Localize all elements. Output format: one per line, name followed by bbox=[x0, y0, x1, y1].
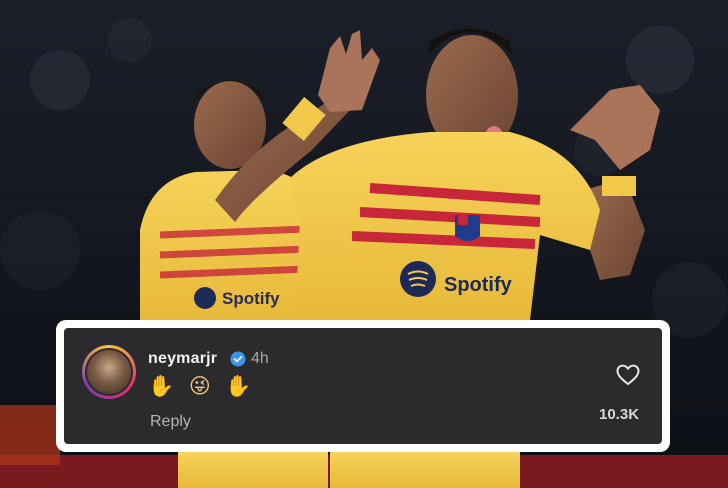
avatar-ring bbox=[85, 348, 133, 396]
like-heart-icon[interactable] bbox=[616, 364, 640, 386]
verified-badge-icon bbox=[230, 351, 246, 367]
comment-card: neymarjr 4h ✋ 😜 ✋ Reply 10.3K bbox=[56, 320, 670, 452]
comment-text: ✋ 😜 ✋ bbox=[148, 374, 256, 398]
comment-container: neymarjr 4h ✋ 😜 ✋ Reply 10.3K bbox=[64, 328, 662, 444]
svg-text:Spotify: Spotify bbox=[222, 289, 280, 308]
avatar[interactable] bbox=[82, 345, 136, 399]
reply-button[interactable]: Reply bbox=[150, 413, 191, 431]
like-count: 10.3K bbox=[599, 406, 640, 423]
svg-text:Spotify: Spotify bbox=[444, 274, 513, 296]
comment-timestamp: 4h bbox=[251, 350, 269, 367]
avatar-photo bbox=[87, 350, 131, 394]
comment-username[interactable]: neymarjr bbox=[148, 350, 217, 368]
